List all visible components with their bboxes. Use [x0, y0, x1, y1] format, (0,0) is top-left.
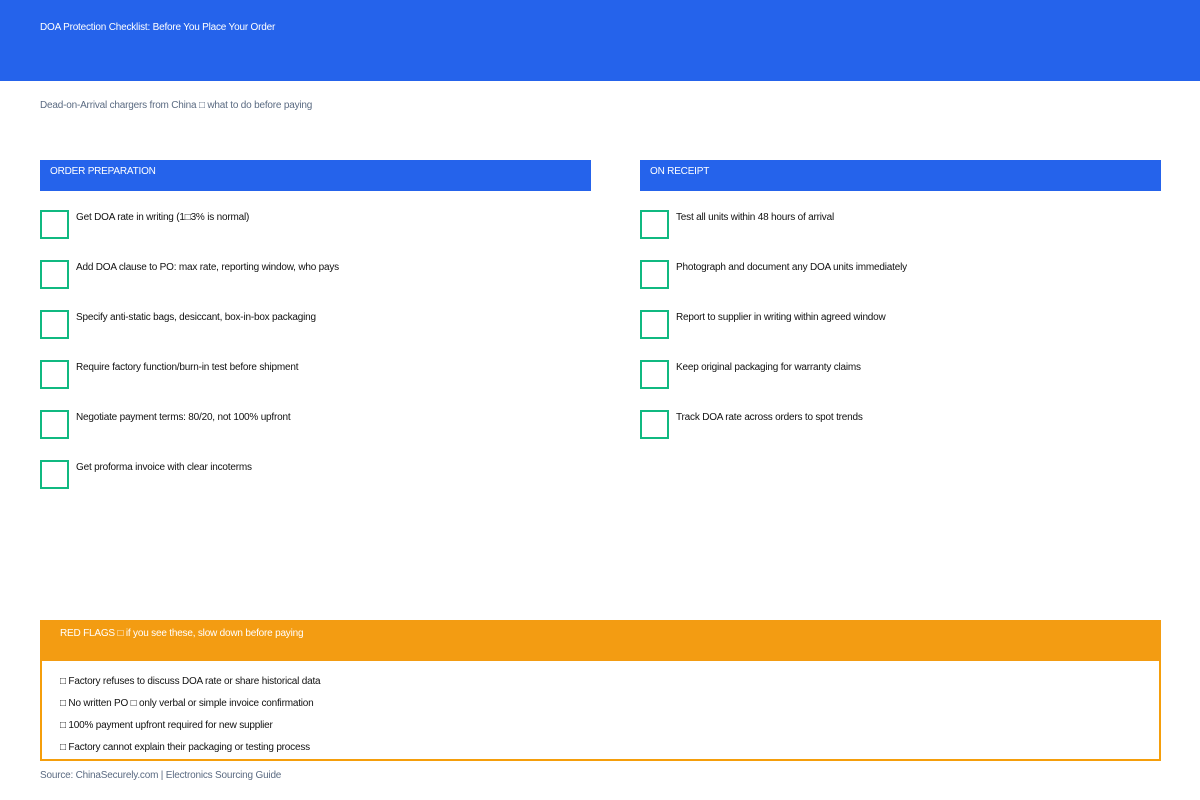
checklist-item-label: Keep original packaging for warranty cla… [676, 362, 861, 373]
red-flags-list: □ Factory refuses to discuss DOA rate or… [60, 676, 321, 764]
checklist-item-label: Add DOA clause to PO: max rate, reportin… [76, 262, 339, 273]
section-order-preparation: ORDER PREPARATION Get DOA rate in writin… [40, 160, 591, 510]
checklist-item[interactable]: Add DOA clause to PO: max rate, reportin… [40, 260, 591, 310]
checklist-item[interactable]: Keep original packaging for warranty cla… [640, 360, 1161, 410]
checkbox[interactable] [640, 260, 669, 289]
red-flag-item: □ Factory cannot explain their packaging… [60, 742, 310, 753]
checklist-item-label: Photograph and document any DOA units im… [676, 262, 907, 273]
checklist-item-label: Specify anti-static bags, desiccant, box… [76, 312, 316, 323]
section-header-order-preparation: ORDER PREPARATION [40, 160, 591, 191]
checklist-item-label: Get proforma invoice with clear incoterm… [76, 462, 252, 473]
checklist-item[interactable]: Track DOA rate across orders to spot tre… [640, 410, 1161, 460]
checkbox[interactable] [40, 310, 69, 339]
checkbox[interactable] [40, 360, 69, 389]
checklist-item[interactable]: Require factory function/burn-in test be… [40, 360, 591, 410]
checkbox[interactable] [640, 210, 669, 239]
section-on-receipt: ON RECEIPT Test all units within 48 hour… [640, 160, 1161, 460]
checkbox[interactable] [40, 210, 69, 239]
red-flag-item: □ No written PO □ only verbal or simple … [60, 698, 314, 709]
section-header-on-receipt: ON RECEIPT [640, 160, 1161, 191]
checkbox[interactable] [40, 260, 69, 289]
checklist-item[interactable]: Test all units within 48 hours of arriva… [640, 210, 1161, 260]
checklist-item-label: Require factory function/burn-in test be… [76, 362, 299, 373]
checklist-item-label: Negotiate payment terms: 80/20, not 100%… [76, 412, 291, 423]
checklist-on-receipt: Test all units within 48 hours of arriva… [640, 210, 1161, 460]
red-flag-item: □ Factory refuses to discuss DOA rate or… [60, 676, 321, 687]
checklist-item[interactable]: Get DOA rate in writing (1□3% is normal) [40, 210, 591, 260]
checklist-item[interactable]: Report to supplier in writing within agr… [640, 310, 1161, 360]
checklist-item[interactable]: Negotiate payment terms: 80/20, not 100%… [40, 410, 591, 460]
checkbox[interactable] [40, 410, 69, 439]
checklist-item-label: Get DOA rate in writing (1□3% is normal) [76, 212, 250, 223]
checkbox[interactable] [640, 410, 669, 439]
checklist-item[interactable]: Photograph and document any DOA units im… [640, 260, 1161, 310]
checklist-item-label: Test all units within 48 hours of arriva… [676, 212, 834, 223]
checkbox[interactable] [640, 360, 669, 389]
checklist-item[interactable]: Specify anti-static bags, desiccant, box… [40, 310, 591, 360]
checklist-item[interactable]: Get proforma invoice with clear incoterm… [40, 460, 591, 510]
page-subtitle: Dead-on-Arrival chargers from China □ wh… [40, 100, 313, 111]
checklist-item-label: Report to supplier in writing within agr… [676, 312, 886, 323]
page-title: DOA Protection Checklist: Before You Pla… [40, 22, 276, 33]
source-footer: Source: ChinaSecurely.com | Electronics … [40, 770, 282, 781]
red-flags-header: RED FLAGS □ if you see these, slow down … [40, 620, 1161, 661]
red-flags-panel: RED FLAGS □ if you see these, slow down … [40, 620, 1161, 761]
header-band: DOA Protection Checklist: Before You Pla… [0, 0, 1200, 81]
checklist-item-label: Track DOA rate across orders to spot tre… [676, 412, 863, 423]
checkbox[interactable] [640, 310, 669, 339]
checkbox[interactable] [40, 460, 69, 489]
red-flag-item: □ 100% payment upfront required for new … [60, 720, 273, 731]
checklist-order-preparation: Get DOA rate in writing (1□3% is normal)… [40, 210, 591, 510]
